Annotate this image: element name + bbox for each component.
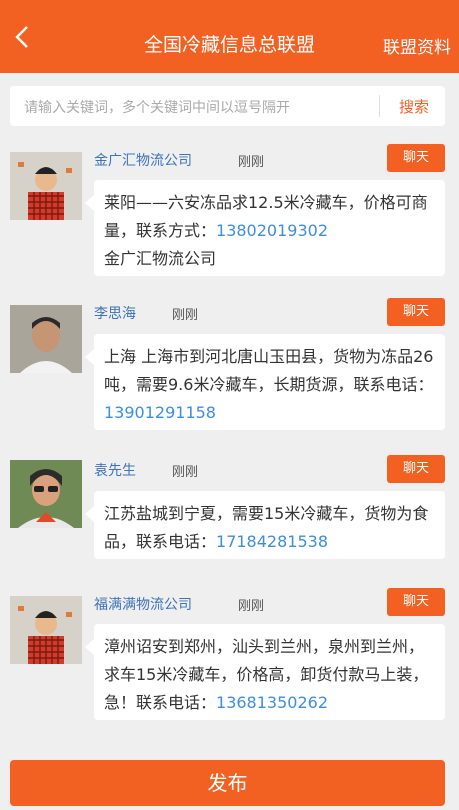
search-input[interactable]: 请输入关键词，多个关键词中间以逗号隔开: [24, 97, 290, 117]
avatar[interactable]: [10, 305, 82, 373]
phone-link[interactable]: 13802019302: [216, 221, 328, 240]
message-bubble: 漳州诏安到郑州，汕头到兰州，泉州到兰州，求车15米冷藏车，价格高，卸货付款马上装…: [85, 624, 445, 720]
message-bubble: 江苏盐城到宁夏，需要15米冷藏车，货物为食品，联系电话：17184281538: [85, 491, 445, 559]
poster-name[interactable]: 袁先生: [94, 460, 136, 480]
phone-link[interactable]: 17184281538: [216, 532, 328, 551]
chat-button[interactable]: 聊天: [387, 144, 445, 172]
message-text: 金广汇物流公司: [104, 249, 217, 268]
alliance-info-link[interactable]: 联盟资料: [383, 33, 451, 58]
chat-button[interactable]: 聊天: [387, 588, 445, 616]
post-time: 刚刚: [238, 599, 265, 614]
chat-button[interactable]: 聊天: [387, 455, 445, 483]
search-button[interactable]: 搜索: [399, 96, 429, 117]
chat-button[interactable]: 聊天: [387, 298, 445, 326]
phone-link[interactable]: 13901291158: [104, 403, 216, 422]
app-header: 全国冷藏信息总联盟 联盟资料: [0, 0, 459, 73]
message-text: 上海 上海市到河北唐山玉田县，货物为冻品26吨，需要9.6米冷藏车，长期货源，联…: [104, 347, 434, 394]
message-bubble: 莱阳——六安冻品求12.5米冷藏车，价格可商量，联系方式：13802019302…: [85, 180, 445, 276]
avatar[interactable]: [10, 460, 82, 528]
message-bubble: 上海 上海市到河北唐山玉田县，货物为冻品26吨，需要9.6米冷藏车，长期货源，联…: [85, 334, 445, 430]
search-bar: 请输入关键词，多个关键词中间以逗号隔开 搜索: [10, 86, 445, 126]
post-time: 刚刚: [238, 155, 265, 170]
search-divider: [379, 95, 380, 117]
avatar[interactable]: [10, 152, 82, 220]
phone-link[interactable]: 13681350262: [216, 693, 328, 712]
post-time: 刚刚: [172, 308, 199, 323]
poster-name[interactable]: 福满满物流公司: [94, 594, 192, 614]
publish-button[interactable]: 发布: [10, 760, 445, 806]
poster-name[interactable]: 李思海: [94, 303, 136, 323]
avatar[interactable]: [10, 596, 82, 664]
post-time: 刚刚: [172, 465, 199, 480]
poster-name[interactable]: 金广汇物流公司: [94, 150, 192, 170]
